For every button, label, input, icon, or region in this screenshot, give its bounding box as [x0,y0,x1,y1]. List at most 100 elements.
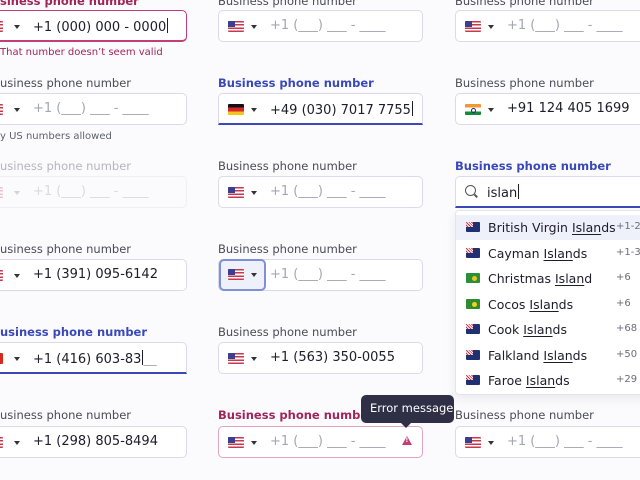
field-label: usiness phone number [0,408,132,422]
field-label: Business phone number [218,408,374,422]
field-label: Business phone number [218,159,357,173]
country-option[interactable]: Cook Islands +68 [456,317,640,342]
chevron-down-icon[interactable] [251,108,257,112]
search-icon [465,185,476,196]
country-option[interactable]: Cayman Islands +1-34 [456,241,640,266]
us-flag-icon [0,21,3,32]
chevron-down-icon[interactable] [14,357,20,361]
canada-flag-icon [0,353,3,364]
field-label: usiness phone number [0,76,132,90]
country-name: Cook Islands [488,322,567,337]
dial-code: +6 [616,272,631,283]
dial-code: +50 [616,348,638,360]
phone-placeholder: +1 (___) ___ - ____ [270,184,386,199]
chevron-down-icon[interactable] [14,274,20,278]
country-flag-icon [466,298,480,309]
chevron-down-icon[interactable] [488,441,494,445]
country-search-input[interactable]: islan [455,176,640,208]
us-flag-icon [228,437,244,448]
us-flag-icon [228,353,244,364]
field-label: siness phone number [0,0,139,8]
country-flag-icon [466,222,480,232]
phone-value: +1 (416) 603-83 __ [33,350,157,367]
country-option[interactable]: British Virgin Islands+1-28 [456,215,640,240]
chevron-down-icon[interactable] [488,25,494,29]
country-name: Cocos Islands [488,296,574,312]
dial-code: +1-28 [616,221,640,232]
country-flag-icon [466,247,480,258]
phone-placeholder: +1 (___) ___ - ____ [270,434,386,449]
phone-value: +91 124 405 1699 [507,101,630,116]
chevron-down-icon [251,273,257,277]
us-flag-icon [0,104,3,115]
field-label: Business phone number [455,76,594,90]
chevron-down-icon[interactable] [488,108,494,112]
us-flag-icon [0,187,3,198]
warning-icon[interactable] [402,436,412,445]
phone-input[interactable]: +1 (391) 095-6142 [0,259,187,291]
dial-code: +6 [616,297,631,309]
country-option[interactable]: Christmas Island +6 [456,266,640,291]
phone-value: +1 (391) 095-6142 [33,267,158,282]
field-label: Business phone number [218,242,357,256]
phone-input-error[interactable]: +1 (000) 000 - 0000 [0,10,187,42]
phone-input[interactable]: +1 (___) ___ - ____ [0,93,187,125]
tooltip-text: Error message [370,401,454,415]
field-label: Business phone number [218,76,374,90]
phone-input[interactable]: +1 (___) ___ - ____ [218,10,423,42]
country-name: British Virgin Islands [488,220,616,235]
country-flag-icon [466,349,480,360]
us-flag-icon [228,269,244,280]
country-dropdown[interactable]: British Virgin Islands+1-28Cayman Island… [455,210,640,395]
chevron-down-icon[interactable] [251,25,257,29]
phone-input-focused[interactable]: +1 (416) 603-83 __ [0,342,187,374]
phone-input[interactable]: +1 (563) 350-0055 [218,342,423,374]
country-option[interactable]: Cocos Islands +6 [456,292,640,317]
country-flag-icon [466,324,480,334]
error-tooltip: Error message [361,395,454,428]
field-label: usiness phone number [0,159,132,173]
chevron-down-icon[interactable] [251,357,257,361]
us-flag-icon [228,21,244,32]
phone-placeholder: +1 (___) ___ - ____ [270,18,386,33]
dial-code: +1-34 [616,246,640,258]
country-name: Faroe Islands [488,373,570,388]
phone-placeholder: +1 (___) ___ - ____ [507,434,623,449]
germany-flag-icon [228,104,244,115]
help-text: y US numbers allowed [0,131,112,142]
phone-input-error[interactable]: +1 (___) ___ - ____ [218,426,423,458]
field-label: Business phone number [455,159,611,173]
search-value: islan [487,184,520,201]
chevron-down-icon[interactable] [251,441,257,445]
us-flag-icon [228,187,244,198]
country-option[interactable]: Faroe Islands +29 [456,368,640,393]
country-name: Christmas Island [488,271,593,286]
us-flag-icon [0,270,3,281]
country-name: Falkland Islands [488,347,588,363]
phone-input[interactable]: +1 (298) 805-8494 [0,426,187,458]
phone-input[interactable]: +91 124 405 1699 [455,93,640,125]
phone-input[interactable]: +1 (___) ___ - ____ [218,176,423,208]
country-option[interactable]: Falkland Islands +50 [456,343,640,368]
phone-input[interactable]: +1 (___) ___ - ____ [455,426,640,458]
field-label: usiness phone number [0,242,132,256]
us-flag-icon [465,437,481,448]
phone-placeholder: +1 (___) ___ - ____ [33,101,149,116]
chevron-down-icon[interactable] [14,441,20,445]
country-name: Cayman Islands [488,245,588,261]
phone-input-focused[interactable]: +49 (030) 7017 7755 [218,93,423,125]
us-flag-icon [0,437,3,448]
field-label: Business phone number [218,0,357,8]
chevron-down-icon[interactable] [14,25,20,29]
phone-input[interactable]: +1 (___) ___ - ____ [455,10,640,42]
chevron-down-icon[interactable] [14,108,20,112]
phone-value: +49 (030) 7017 7755 [270,101,413,118]
phone-input-disabled: +1 (___) ___ - ____ [0,176,187,208]
country-flag-icon [466,375,480,385]
us-flag-icon [465,21,481,32]
chevron-down-icon[interactable] [251,191,257,195]
phone-value: +1 (563) 350-0055 [270,350,395,365]
phone-placeholder: +1 (___) ___ - ____ [507,18,623,33]
country-select-button-focused[interactable] [219,259,266,291]
country-flag-icon [466,273,480,283]
